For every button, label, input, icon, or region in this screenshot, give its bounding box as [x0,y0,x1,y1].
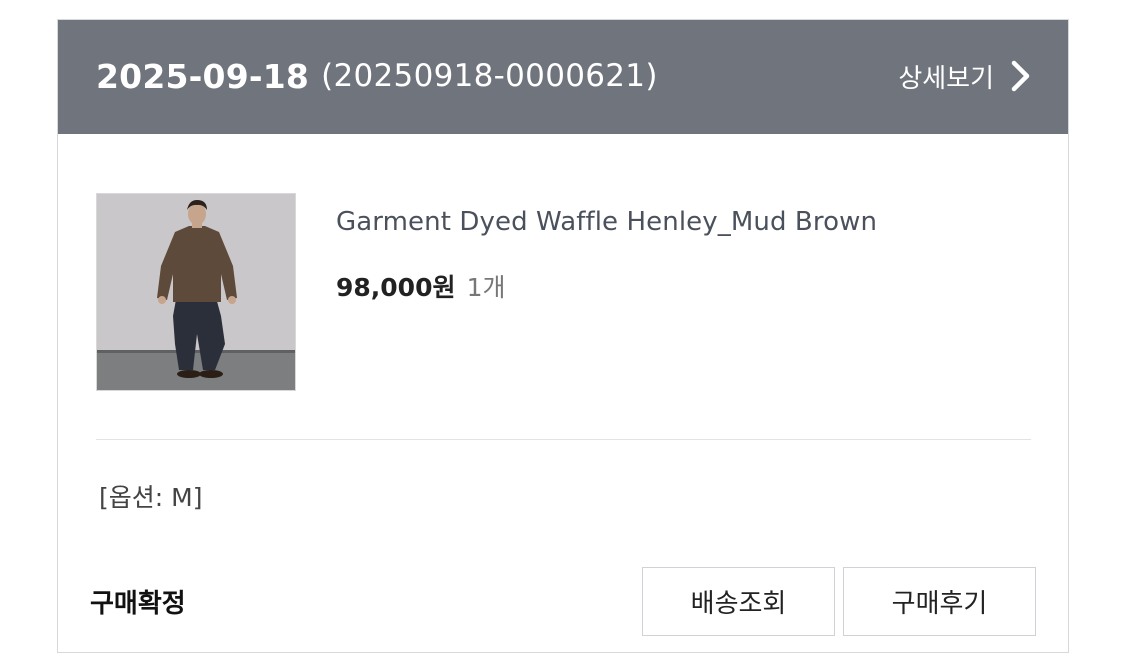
order-heading: 2025-09-18 (20250918-0000621) [96,53,658,99]
view-details-link[interactable]: 상세보기 [898,53,1032,99]
product-name[interactable]: Garment Dyed Waffle Henley_Mud Brown [336,207,877,237]
write-review-button[interactable]: 구매후기 [843,567,1036,636]
view-details-label: 상세보기 [898,63,994,94]
product-thumbnail[interactable] [96,193,296,391]
order-date: 2025-09-18 [96,56,310,96]
price-row: 98,000원 1개 [336,268,505,304]
order-card: 2025-09-18 (20250918-0000621) 상세보기 Garme… [57,19,1069,653]
order-number: (20250918-0000621) [321,58,658,94]
track-delivery-button[interactable]: 배송조회 [642,567,835,636]
product-quantity: 1개 [466,273,506,302]
order-item: Garment Dyed Waffle Henley_Mud Brown 98,… [96,193,1036,393]
order-status: 구매확정 [90,589,186,619]
product-option: [옵션: M] [99,483,203,512]
order-header: 2025-09-18 (20250918-0000621) 상세보기 [58,20,1068,134]
chevron-right-icon [1010,59,1032,93]
divider [96,439,1031,440]
product-price: 98,000원 [336,273,456,302]
